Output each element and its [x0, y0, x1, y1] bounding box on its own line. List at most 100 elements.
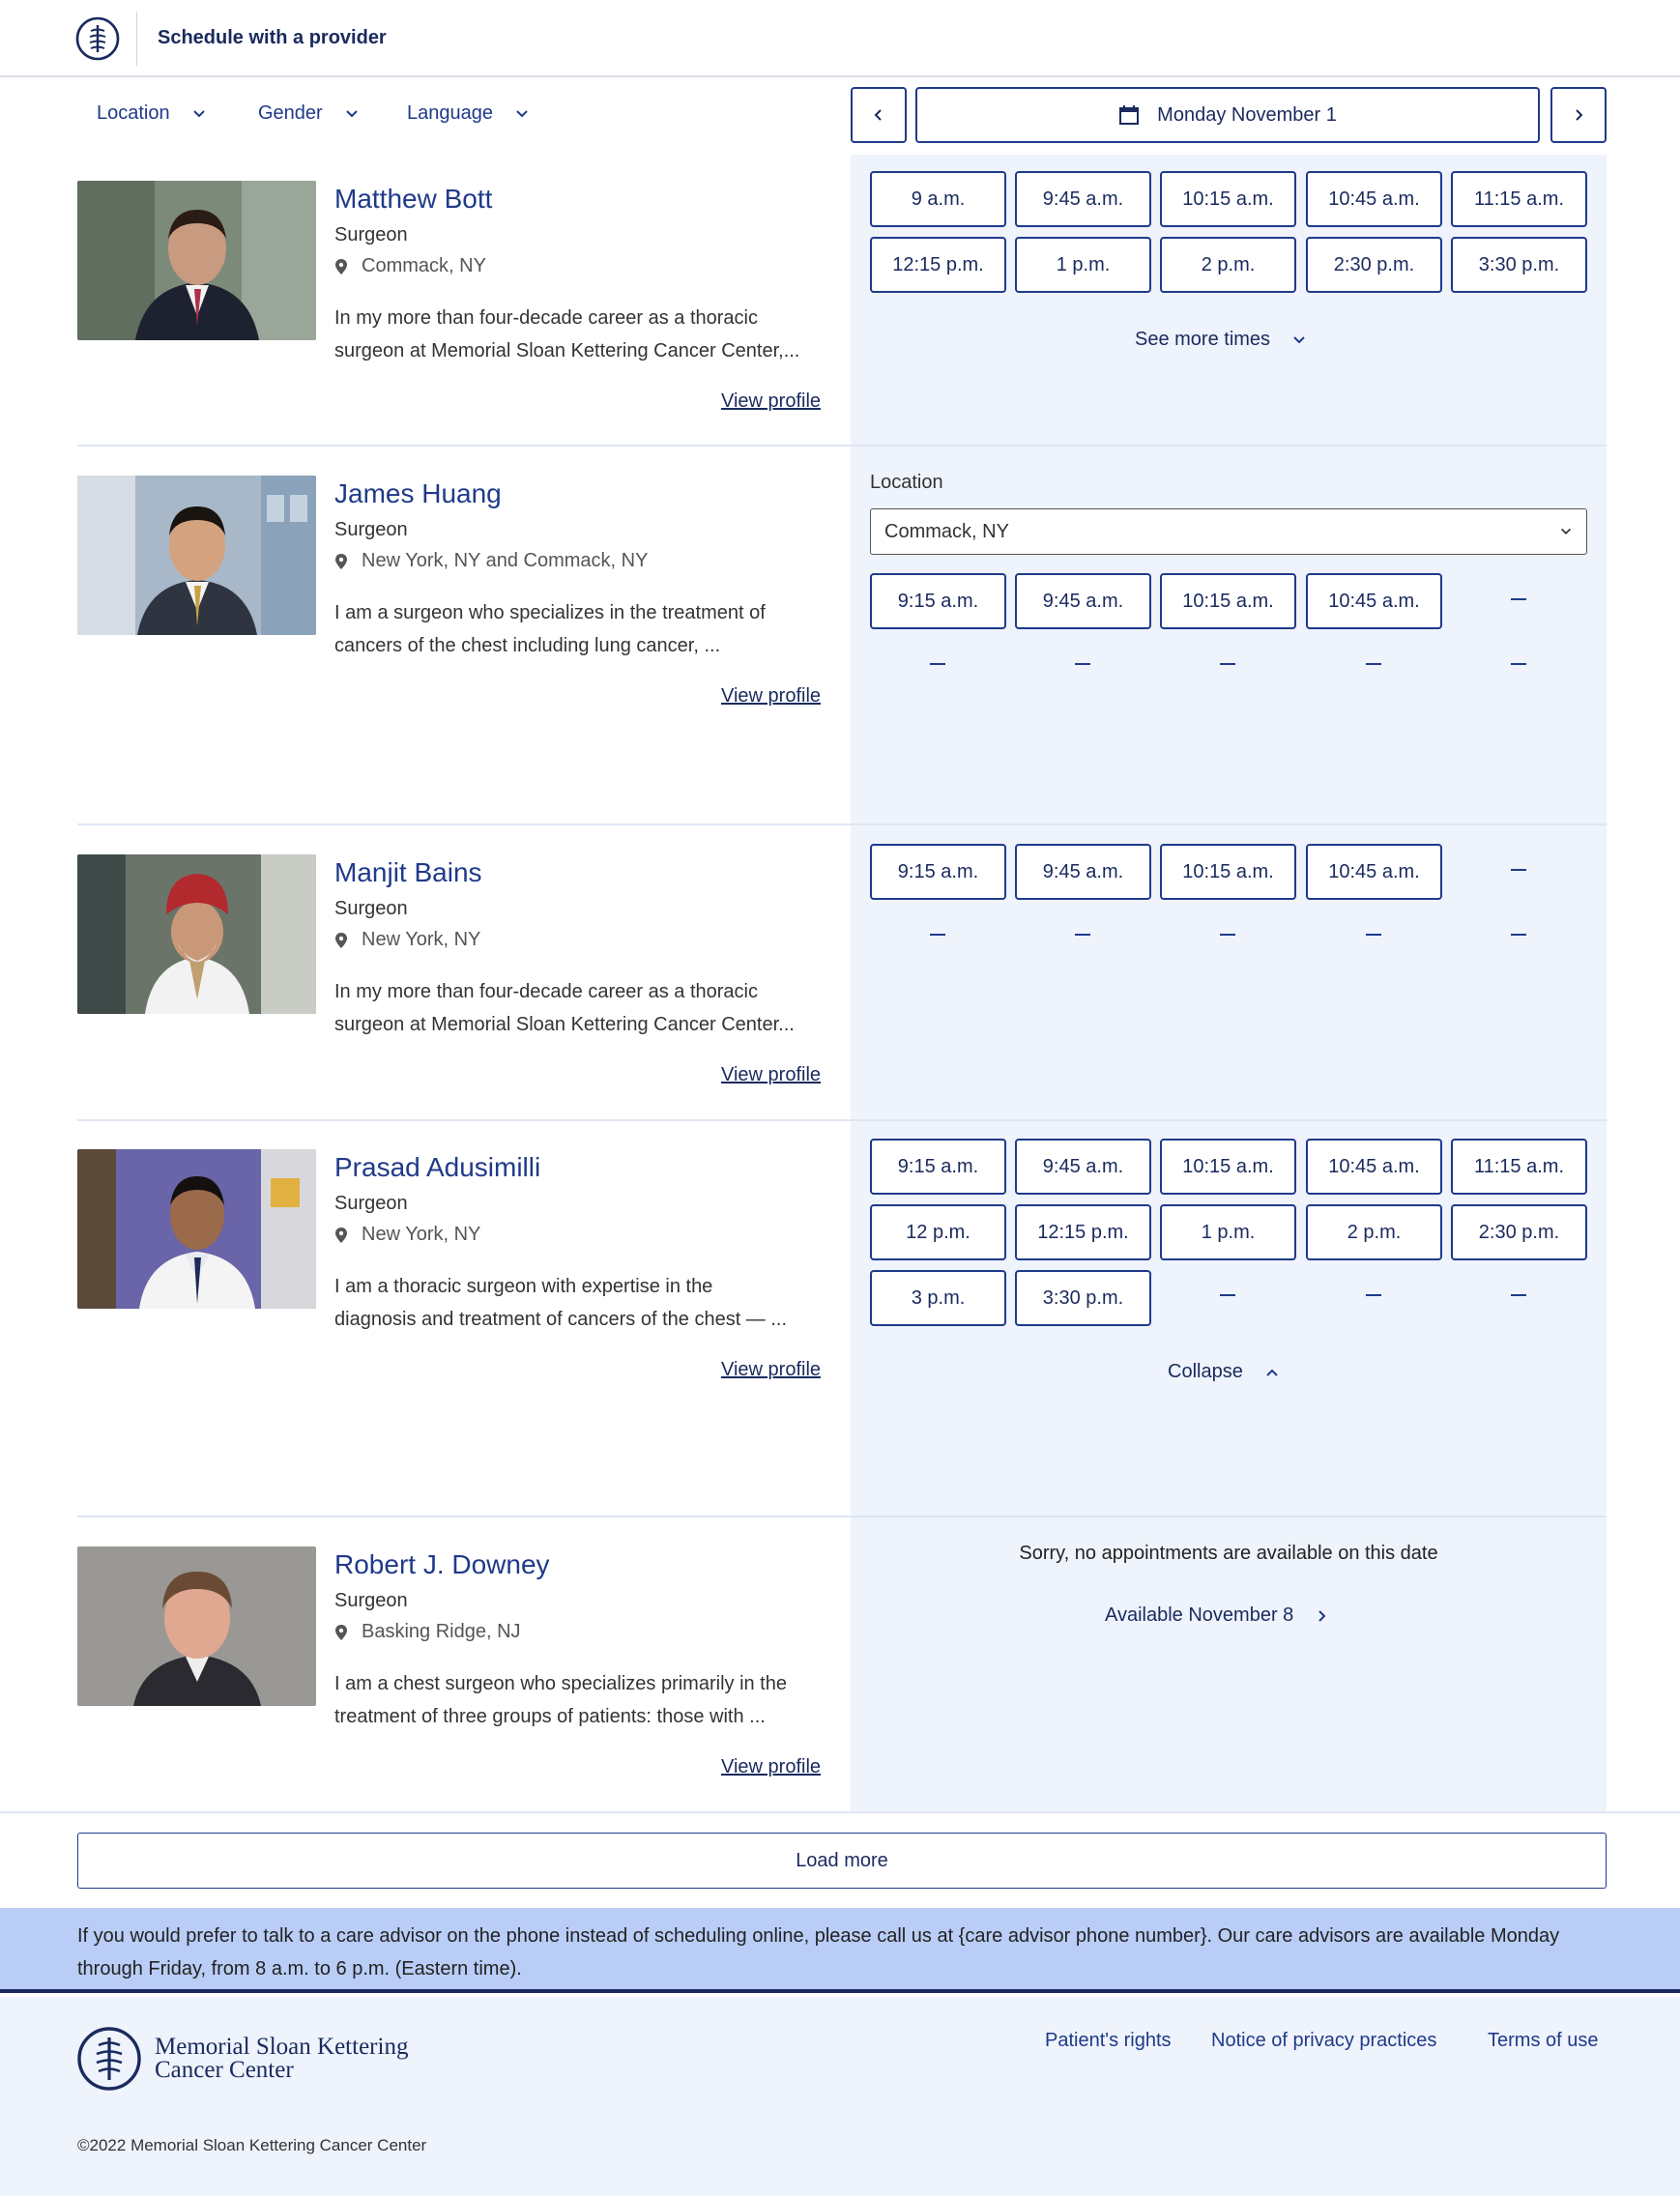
- timeslot-button[interactable]: 12:15 p.m.: [870, 237, 1006, 293]
- no-slot-dash: [1366, 663, 1381, 665]
- location-select[interactable]: Commack, NY: [870, 508, 1587, 555]
- patients-rights-link[interactable]: Patient's rights: [1045, 2030, 1172, 2052]
- footer: Memorial Sloan Kettering Cancer Center P…: [0, 1997, 1680, 2196]
- no-slot-dash: [930, 663, 945, 665]
- timeslot-button[interactable]: 9:15 a.m.: [870, 573, 1006, 629]
- filter-location-dropdown[interactable]: Location: [97, 102, 207, 125]
- timeslot-button[interactable]: 10:15 a.m.: [1160, 171, 1296, 227]
- calendar-icon: [1119, 105, 1140, 125]
- page-title: Schedule with a provider: [158, 27, 387, 48]
- no-slot-dash: [1220, 934, 1235, 936]
- timeslot-button[interactable]: 10:15 a.m.: [1160, 1139, 1296, 1195]
- timeslot-button[interactable]: 9:45 a.m.: [1015, 844, 1151, 900]
- no-slot-dash: [1511, 869, 1526, 871]
- provider-name[interactable]: James Huang: [334, 478, 502, 509]
- provider-location: New York, NY: [334, 929, 480, 951]
- timeslot-button[interactable]: 10:15 a.m.: [1160, 844, 1296, 900]
- section-divider: [0, 1811, 1680, 1813]
- no-slot-dash: [1511, 663, 1526, 665]
- location-text: Commack, NY: [362, 255, 486, 276]
- timeslot-button[interactable]: 1 p.m.: [1160, 1204, 1296, 1260]
- filter-gender-dropdown[interactable]: Gender: [258, 102, 360, 125]
- next-available-label: Available November 8: [1105, 1604, 1294, 1626]
- msk-logo-icon[interactable]: [75, 16, 120, 66]
- footer-brand: Memorial Sloan Kettering Cancer Center: [155, 2035, 408, 2083]
- next-date-button[interactable]: [1550, 87, 1607, 143]
- timeslot-button[interactable]: 10:45 a.m.: [1306, 844, 1442, 900]
- filter-language-dropdown[interactable]: Language: [407, 102, 530, 125]
- bio-line: cancers of the chest including lung canc…: [334, 635, 721, 656]
- chevron-left-icon: [874, 109, 882, 121]
- chevron-down-icon: [1293, 335, 1305, 343]
- no-slot-dash: [1220, 663, 1235, 665]
- bio-line: In my more than four-decade career as a …: [334, 981, 758, 1002]
- timeslot-button[interactable]: 9:45 a.m.: [1015, 573, 1151, 629]
- see-more-times-button[interactable]: See more times: [1135, 329, 1307, 351]
- view-profile-link[interactable]: View profile: [721, 390, 821, 413]
- timeslot-button[interactable]: 3 p.m.: [870, 1270, 1006, 1326]
- timeslot-button[interactable]: 9:15 a.m.: [870, 1139, 1006, 1195]
- timeslot-button[interactable]: 3:30 p.m.: [1451, 237, 1587, 293]
- timeslot-button[interactable]: 3:30 p.m.: [1015, 1270, 1151, 1326]
- provider-photo: [77, 1149, 316, 1309]
- timeslot-button[interactable]: 9:45 a.m.: [1015, 171, 1151, 227]
- provider-location: Commack, NY: [334, 255, 486, 277]
- provider-location: Basking Ridge, NJ: [334, 1621, 521, 1643]
- no-slot-dash: [1511, 598, 1526, 600]
- timeslot-button[interactable]: 12 p.m.: [870, 1204, 1006, 1260]
- location-text: New York, NY and Commack, NY: [362, 550, 649, 571]
- collapse-times-button[interactable]: Collapse: [1168, 1361, 1280, 1383]
- timeslot-button[interactable]: 10:15 a.m.: [1160, 573, 1296, 629]
- date-picker-button[interactable]: Monday November 1: [915, 87, 1540, 143]
- timeslot-button[interactable]: 10:45 a.m.: [1306, 573, 1442, 629]
- selected-date: Monday November 1: [1157, 103, 1337, 126]
- no-slot-dash: [930, 934, 945, 936]
- timeslot-button[interactable]: 10:45 a.m.: [1306, 171, 1442, 227]
- view-profile-link[interactable]: View profile: [721, 1756, 821, 1778]
- location-text: Basking Ridge, NJ: [362, 1621, 521, 1642]
- provider-name[interactable]: Manjit Bains: [334, 857, 482, 888]
- next-available-button[interactable]: Available November 8: [1105, 1604, 1328, 1627]
- care-advisor-text: If you would prefer to talk to a care ad…: [77, 1925, 1560, 1979]
- timeslot-button[interactable]: 11:15 a.m.: [1451, 1139, 1587, 1195]
- privacy-practices-link[interactable]: Notice of privacy practices: [1211, 2030, 1436, 2052]
- timeslot-button[interactable]: 2 p.m.: [1306, 1204, 1442, 1260]
- timeslot-button[interactable]: 1 p.m.: [1015, 237, 1151, 293]
- provider-bio: I am a surgeon who specializes in the tr…: [334, 596, 837, 662]
- timeslot-button[interactable]: 9:45 a.m.: [1015, 1139, 1151, 1195]
- terms-of-use-link[interactable]: Terms of use: [1488, 2030, 1598, 2052]
- provider-name[interactable]: Robert J. Downey: [334, 1549, 550, 1580]
- provider-name[interactable]: Matthew Bott: [334, 184, 492, 215]
- chevron-down-icon: [192, 109, 205, 117]
- provider-role: Surgeon: [334, 1193, 408, 1214]
- footer-logo[interactable]: Memorial Sloan Kettering Cancer Center: [77, 2024, 408, 2094]
- view-profile-link[interactable]: View profile: [721, 1064, 821, 1086]
- row-divider: [77, 445, 1607, 447]
- provider-bio: I am a thoracic surgeon with expertise i…: [334, 1270, 837, 1336]
- load-more-button[interactable]: Load more: [77, 1833, 1607, 1889]
- timeslot-button[interactable]: 10:45 a.m.: [1306, 1139, 1442, 1195]
- timeslot-button[interactable]: 11:15 a.m.: [1451, 171, 1587, 227]
- timeslot-button[interactable]: 9:15 a.m.: [870, 844, 1006, 900]
- timeslot-button[interactable]: 12:15 p.m.: [1015, 1204, 1151, 1260]
- row-divider: [77, 824, 1607, 825]
- location-pin-icon: [335, 553, 347, 569]
- filter-label: Language: [407, 102, 493, 124]
- timeslot-button[interactable]: 9 a.m.: [870, 171, 1006, 227]
- chevron-down-icon: [346, 109, 358, 117]
- brand-line: Cancer Center: [155, 2057, 294, 2083]
- provider-name[interactable]: Prasad Adusimilli: [334, 1152, 540, 1183]
- no-appointments-message: Sorry, no appointments are available on …: [1019, 1543, 1438, 1564]
- previous-date-button[interactable]: [851, 87, 907, 143]
- provider-role: Surgeon: [334, 898, 408, 919]
- timeslot-button[interactable]: 2 p.m.: [1160, 237, 1296, 293]
- timeslot-button[interactable]: 2:30 p.m.: [1306, 237, 1442, 293]
- view-profile-link[interactable]: View profile: [721, 685, 821, 708]
- provider-photo: [77, 181, 316, 340]
- provider-photo: [77, 1546, 316, 1706]
- timeslot-button[interactable]: 2:30 p.m.: [1451, 1204, 1587, 1260]
- no-slot-dash: [1220, 1294, 1235, 1296]
- provider-bio: In my more than four-decade career as a …: [334, 302, 837, 367]
- provider-bio: In my more than four-decade career as a …: [334, 975, 837, 1041]
- view-profile-link[interactable]: View profile: [721, 1359, 821, 1381]
